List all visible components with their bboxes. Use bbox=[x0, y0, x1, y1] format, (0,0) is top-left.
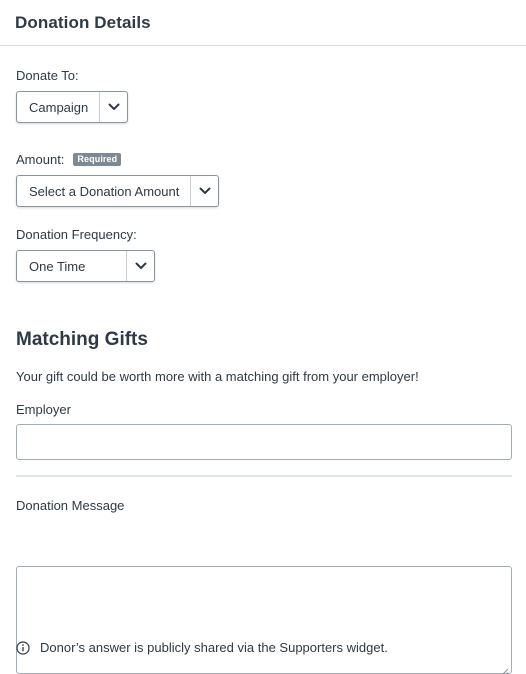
employer-input[interactable] bbox=[16, 424, 512, 460]
frequency-label-text: Donation Frequency: bbox=[16, 227, 137, 242]
frequency-label: Donation Frequency: bbox=[16, 227, 137, 242]
matching-gifts-description: Your gift could be worth more with a mat… bbox=[16, 369, 419, 384]
donate-to-label-text: Donate To: bbox=[16, 68, 79, 83]
frequency-selected-value: One Time bbox=[17, 251, 127, 281]
donate-to-label: Donate To: bbox=[16, 68, 79, 83]
donation-message-textarea[interactable] bbox=[16, 566, 512, 674]
donate-to-selected-value: Campaign bbox=[17, 92, 101, 122]
public-share-note-text: Donor’s answer is publicly shared via th… bbox=[40, 640, 388, 655]
donation-message-wrapper bbox=[16, 566, 512, 674]
donation-message-label: Donation Message bbox=[16, 498, 124, 513]
donate-to-select[interactable]: Campaign bbox=[16, 91, 129, 123]
amount-select[interactable]: Select a Donation Amount bbox=[16, 175, 220, 207]
employer-label: Employer bbox=[16, 402, 71, 417]
page-title: Donation Details bbox=[15, 13, 151, 32]
chevron-down-icon bbox=[100, 92, 127, 122]
section-divider bbox=[16, 475, 512, 477]
resize-grip-icon[interactable] bbox=[501, 663, 509, 674]
donation-message-label-text: Donation Message bbox=[16, 498, 125, 513]
panel-header: Donation Details bbox=[0, 0, 526, 46]
amount-selected-value: Select a Donation Amount bbox=[17, 176, 192, 206]
public-share-note: Donor’s answer is publicly shared via th… bbox=[16, 640, 388, 655]
donation-details-panel: Donation Details Donate To: Campaign Amo… bbox=[0, 0, 526, 674]
matching-gifts-title: Matching Gifts bbox=[16, 329, 148, 350]
amount-label: Amount: Required bbox=[16, 152, 122, 167]
frequency-select[interactable]: One Time bbox=[16, 250, 155, 282]
info-icon bbox=[16, 640, 30, 655]
chevron-down-icon bbox=[191, 176, 218, 206]
amount-label-text: Amount: bbox=[16, 152, 65, 167]
chevron-down-icon bbox=[127, 251, 154, 281]
required-badge: Required bbox=[73, 153, 122, 166]
employer-label-text: Employer bbox=[16, 402, 71, 417]
